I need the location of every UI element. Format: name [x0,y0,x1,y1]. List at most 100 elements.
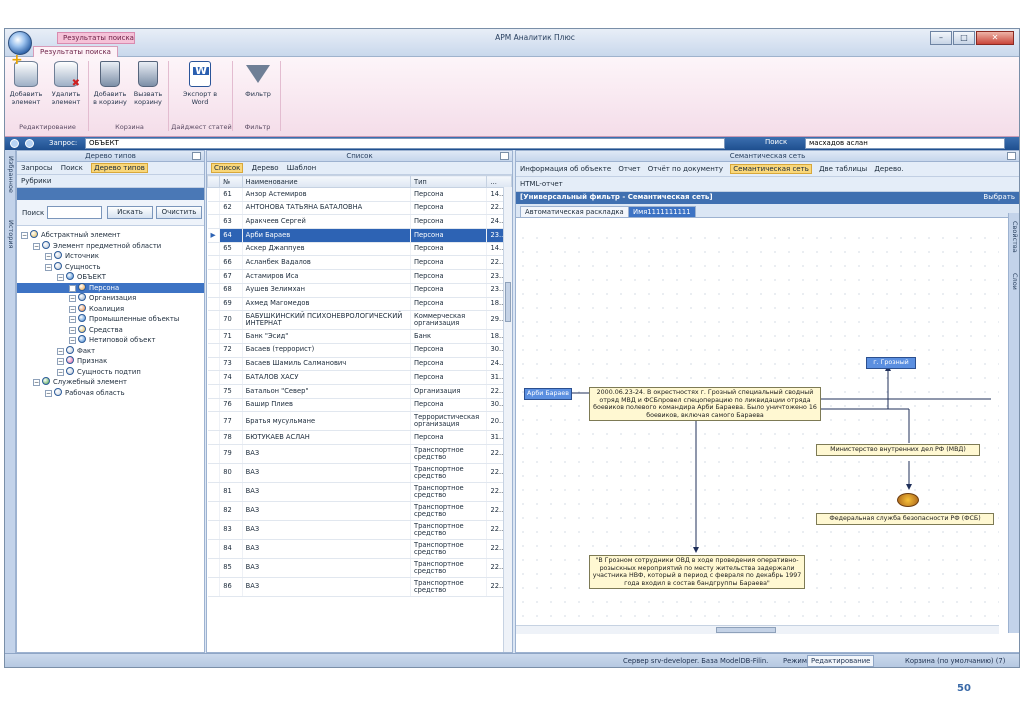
tree-node[interactable]: − Источник [17,251,204,262]
tree-node[interactable]: − Абстрактный элемент [17,230,204,241]
tree-node[interactable]: − Сущность [17,261,204,273]
favorites-tab[interactable]: Избранное [7,156,15,193]
table-row[interactable]: ▶ 64 Арби Бараев Персона 23... [207,228,512,243]
tree-button[interactable]: Дерево. [874,165,903,173]
table-row[interactable]: 69 Ахмед Магомедов Персона 18... [207,297,512,312]
table-row[interactable]: 62 АНТОНОВА ТАТЬЯНА БАТАЛОВНА Персона 22... [207,201,512,216]
table-row[interactable]: 81 ВАЗ Транспортное средство 22... [207,482,512,502]
expand-icon[interactable]: − [57,368,64,376]
expand-icon[interactable]: − [45,263,52,271]
tree-node[interactable]: − Организация [17,293,204,304]
report-button[interactable]: Отчет [618,165,640,173]
expand-icon[interactable]: − [57,358,64,365]
expand-icon[interactable]: − [45,253,52,260]
properties-tab[interactable]: Свойства [1011,221,1019,253]
table-row[interactable]: 79 ВАЗ Транспортное средство 22... [207,444,512,464]
node-fsb[interactable]: Федеральная служба безопасности РФ (ФСБ) [816,513,994,525]
table-row[interactable]: 82 ВАЗ Транспортное средство 22... [207,501,512,521]
tree-node[interactable]: − Средства [17,324,204,336]
html-report-button[interactable]: HTML-отчет [520,180,563,188]
find-button[interactable]: Искать [107,206,153,219]
node-mvd[interactable]: Министерство внутренних дел РФ (МВД) [816,444,980,456]
table-row[interactable]: 68 Аушев Зелимхан Персона 23... [207,283,512,298]
clear-button[interactable]: Очистить [156,206,202,219]
expand-icon[interactable]: − [33,242,40,250]
tree-node[interactable]: − Сущность подтип [17,366,204,378]
back-icon[interactable] [10,139,19,148]
expand-icon[interactable]: − [69,284,76,292]
table-row[interactable]: 65 Аскер Джаппуев Персона 14... [207,242,512,257]
call-cart-button[interactable]: Вызвать корзину [129,61,167,106]
rubrics-link[interactable]: Рубрики [21,177,51,185]
expand-icon[interactable]: − [69,316,76,323]
expand-icon[interactable]: − [57,274,64,281]
col-number[interactable]: № [219,175,243,188]
expand-icon[interactable]: − [21,232,28,239]
history-tab[interactable]: История [7,220,15,248]
minimize-button[interactable]: – [930,31,952,45]
hscroll-thumb[interactable] [716,627,776,633]
maximize-button[interactable]: □ [953,31,975,45]
scroll-thumb[interactable] [505,282,511,322]
tab-search[interactable]: Поиск [61,164,83,172]
pin-icon[interactable] [500,152,509,160]
cart-status[interactable]: Корзина (по умолчанию) (7) [905,654,1005,667]
table-row[interactable]: 83 ВАЗ Транспортное средство 22... [207,520,512,540]
filter-button[interactable]: Фильтр [239,61,277,98]
layers-tab[interactable]: Слои [1011,273,1019,290]
tree-node[interactable]: − Элемент предметной области [17,240,204,252]
pin-icon[interactable] [192,152,201,160]
table-row[interactable]: 80 ВАЗ Транспортное средство 22... [207,463,512,483]
table-row[interactable]: 66 Асланбек Вадалов Персона 22... [207,255,512,271]
mode-select[interactable]: Редактирование [807,655,875,667]
object-info-button[interactable]: Информация об объекте [520,165,611,173]
table-row[interactable]: 78 БЮТУКАЕВ АСЛАН Персона 31... [207,430,512,445]
context-tab[interactable]: Результаты поиска [57,32,135,44]
tree-node[interactable]: − Рабочая область [17,387,204,399]
col-type[interactable]: Тип [409,175,488,188]
tree-search-input[interactable] [47,206,102,219]
tree-node[interactable]: − Факт [17,345,204,357]
export-word-button[interactable]: Экспорт в Word [181,61,219,106]
tree-node[interactable]: − Коалиция [17,303,204,315]
expand-icon[interactable]: − [33,379,40,386]
expand-icon[interactable]: − [45,389,52,397]
tab-list[interactable]: Список [211,163,244,173]
tab-type-tree[interactable]: Дерево типов [91,163,148,173]
list-scrollbar[interactable] [503,187,512,652]
table-row[interactable]: 63 Аракчеев Сергей Персона 24... [207,214,512,230]
table-row[interactable]: 73 Басаев Шамиль Салманович Персона 24... [207,357,512,372]
tab-tree[interactable]: Дерево [252,164,279,172]
table-row[interactable]: 72 Басаев (террорист) Персона 30... [207,343,512,358]
table-row[interactable]: 67 Астамиров Иса Персона 23... [207,269,512,284]
two-tables-button[interactable]: Две таблицы [819,165,867,173]
close-button[interactable]: ✕ [976,31,1014,45]
tree-node[interactable]: − Признак [17,356,204,367]
col-name[interactable]: Наименование [241,175,411,188]
add-to-cart-button[interactable]: Добавить в корзину [91,61,129,106]
semantic-net-button[interactable]: Семантическая сеть [730,164,812,174]
search-input[interactable]: масхадов аслан [805,138,1005,149]
table-row[interactable]: 74 БАТАЛОВ ХАСУ Персона 31... [207,370,512,385]
expand-icon[interactable]: − [69,337,76,344]
table-row[interactable]: 70 БАБУШКИНСКИЙ ПСИХОНЕВРОЛОГИЧЕСКИЙ ИНТЕ… [207,310,512,331]
node-city[interactable]: г. Грозный [866,357,916,369]
tab-template[interactable]: Шаблон [287,164,316,172]
tab-name[interactable]: Имя1111111111 [628,206,696,218]
tree-node[interactable]: − Служебный элемент [17,377,204,388]
tree-node[interactable]: − Промышленные объекты [17,314,204,325]
semantic-net-canvas[interactable]: Арби Бараев 2000.06.23-24. В окрестностя… [516,231,999,626]
tree-node[interactable]: − ОБЪЕКТ [17,272,204,283]
table-row[interactable]: 86 ВАЗ Транспортное средство 22... [207,577,512,597]
expand-icon[interactable]: − [57,347,64,355]
expand-icon[interactable]: − [69,326,76,334]
pick-button[interactable]: Выбрать [983,192,1015,203]
expand-icon[interactable]: − [69,295,76,302]
table-row[interactable]: 77 Братья мусульмане Террористическая орга… [207,411,512,432]
doc-report-button[interactable]: Отчёт по документу [648,165,723,173]
delete-element-button[interactable]: Удалить элемент [47,61,85,106]
tree-node[interactable]: − Персона [17,282,204,293]
expand-icon[interactable]: − [69,305,76,313]
add-element-button[interactable]: Добавить элемент [7,56,45,106]
tab-auto-layout[interactable]: Автоматическая раскладка [520,206,629,218]
